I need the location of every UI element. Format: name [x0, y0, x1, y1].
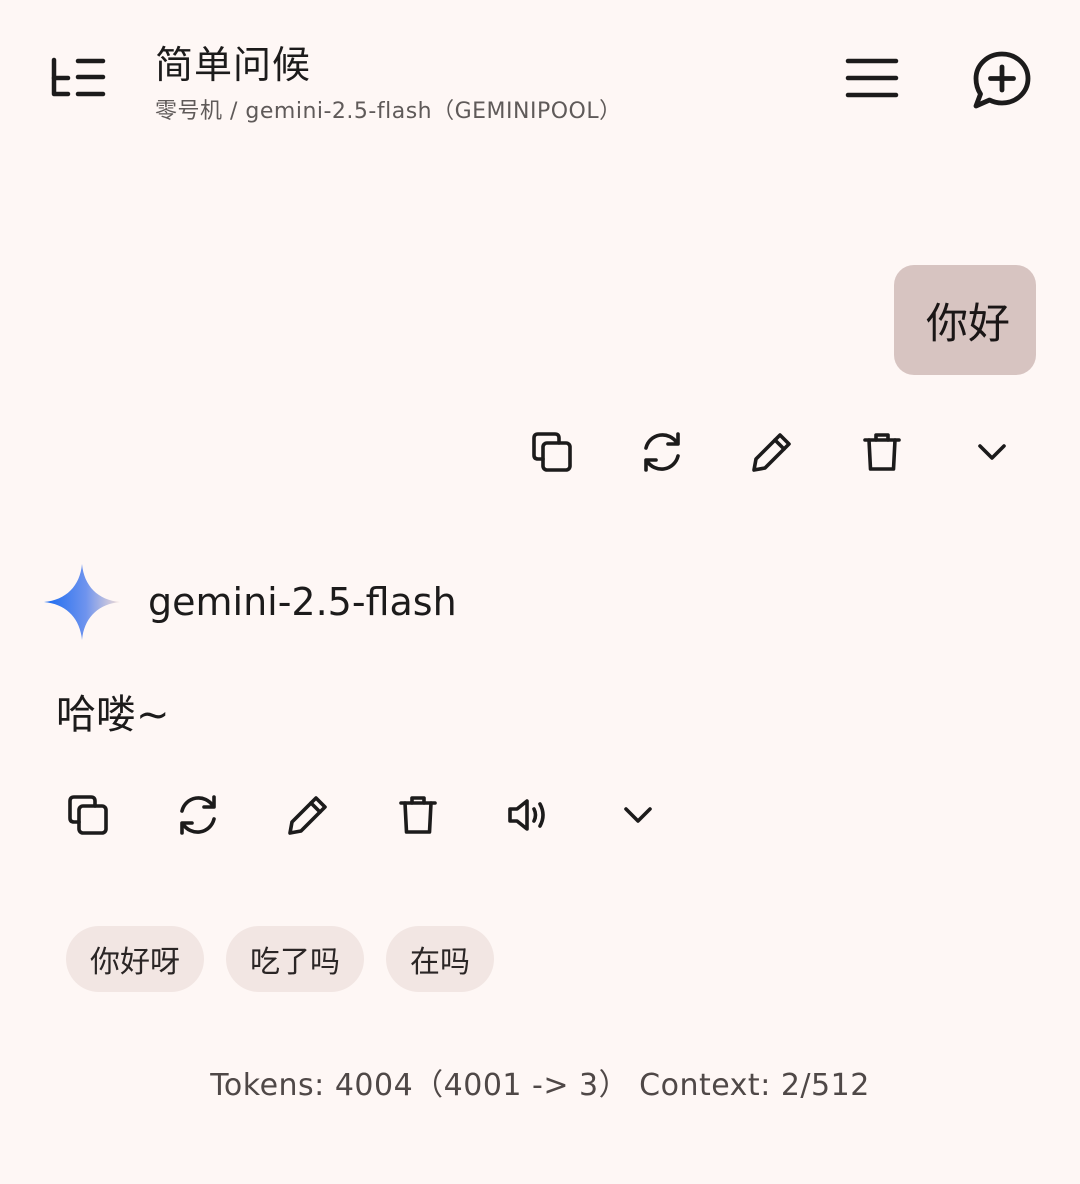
- suggestion-chip[interactable]: 吃了吗: [226, 926, 364, 992]
- model-header: gemini-2.5-flash: [42, 562, 457, 642]
- menu-icon: [845, 58, 899, 98]
- gemini-sparkle-icon: [44, 564, 120, 640]
- token-stats: Tokens: 4004（4001 -> 3） Context: 2/512: [210, 1068, 870, 1103]
- new-chat-icon: [973, 51, 1031, 109]
- user-message-actions: [497, 417, 1047, 487]
- copy-icon: [532, 432, 572, 472]
- new-chat-button[interactable]: [958, 42, 1046, 118]
- top-app-bar: 简单问候 零号机 / gemini-2.5-flash（GEMINIPOOL）: [0, 0, 1080, 150]
- suggestion-chip[interactable]: 你好呀: [66, 926, 204, 992]
- page-title: 简单问候: [155, 43, 312, 87]
- user-message-bubble[interactable]: 你好: [893, 265, 1036, 375]
- model-message-actions: [33, 780, 693, 850]
- speaker-icon: [508, 799, 545, 831]
- delete-icon: [399, 796, 437, 834]
- menu-button[interactable]: [830, 42, 914, 114]
- model-reply-text: 哈喽~: [56, 692, 170, 738]
- chat-screen: 简单问候 零号机 / gemini-2.5-flash（GEMINIPOOL） …: [0, 0, 1080, 1184]
- regenerate-button[interactable]: [143, 780, 253, 850]
- edit-button[interactable]: [717, 417, 827, 487]
- regenerate-icon: [644, 432, 680, 472]
- model-name: gemini-2.5-flash: [148, 580, 457, 624]
- delete-button[interactable]: [363, 780, 473, 850]
- edit-icon: [288, 796, 327, 835]
- expand-button[interactable]: [937, 417, 1047, 487]
- regenerate-icon: [180, 795, 216, 835]
- speak-button[interactable]: [473, 780, 583, 850]
- suggestion-chip[interactable]: 在吗: [386, 926, 494, 992]
- model-subtitle[interactable]: 零号机 / gemini-2.5-flash（GEMINIPOOL）: [155, 93, 622, 125]
- edit-button[interactable]: [253, 780, 363, 850]
- suggestion-chips: 你好呀 吃了吗 在吗: [66, 926, 494, 992]
- edit-icon: [752, 433, 791, 472]
- copy-button[interactable]: [497, 417, 607, 487]
- copy-button[interactable]: [33, 780, 143, 850]
- user-message-text: 你好: [925, 298, 1010, 348]
- chevron-down-icon: [978, 444, 1006, 460]
- delete-icon: [863, 433, 901, 471]
- expand-button[interactable]: [583, 780, 693, 850]
- regenerate-button[interactable]: [607, 417, 717, 487]
- chevron-down-icon: [624, 807, 652, 823]
- copy-icon: [68, 795, 108, 835]
- sidebar-toggle-button[interactable]: [36, 42, 120, 114]
- sidebar-toggle-icon: [51, 57, 106, 97]
- delete-button[interactable]: [827, 417, 937, 487]
